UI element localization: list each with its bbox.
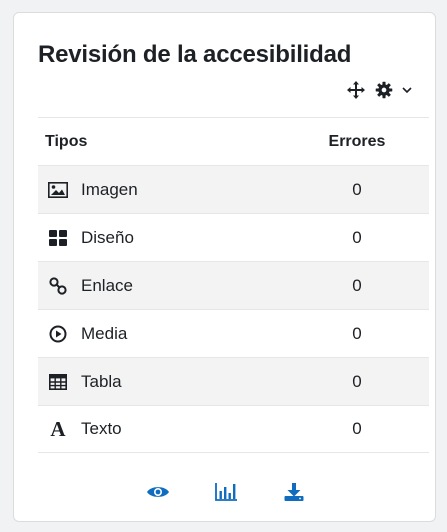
error-count: 0 (352, 419, 362, 438)
table-row-image: Imagen 0 (38, 165, 429, 213)
column-header-types: Tipos (45, 132, 88, 150)
accessibility-table: Tipos Errores Imagen 0 Diseño 0 Enlace 0… (38, 117, 429, 453)
type-label: Enlace (81, 275, 133, 295)
eye-icon[interactable] (146, 481, 170, 503)
type-label: Imagen (81, 179, 138, 199)
accessibility-review-block: Revisión de la accesibilidad Tipos Error… (13, 12, 436, 522)
type-label: Media (81, 323, 128, 343)
error-count: 0 (352, 275, 362, 295)
layout-icon (47, 229, 69, 247)
chevron-down-icon[interactable] (401, 84, 413, 96)
table-icon (47, 373, 69, 391)
table-row-link: Enlace 0 (38, 261, 429, 309)
gear-icon[interactable] (375, 81, 393, 99)
block-controls (345, 79, 413, 101)
link-icon (47, 276, 69, 295)
block-footer-actions (14, 481, 437, 503)
type-label: Tabla (81, 371, 122, 391)
type-label: Texto (81, 419, 122, 438)
move-icon[interactable] (345, 79, 367, 101)
table-row-table: Tabla 0 (38, 357, 429, 405)
block-title: Revisión de la accesibilidad (38, 41, 352, 68)
error-count: 0 (352, 179, 362, 199)
table-row-text: A Texto 0 (38, 405, 429, 453)
image-icon (47, 181, 69, 199)
table-row-layout: Diseño 0 (38, 213, 429, 261)
type-label: Diseño (81, 227, 134, 247)
bar-chart-icon[interactable] (214, 481, 238, 503)
error-count: 0 (352, 371, 362, 391)
download-icon[interactable] (282, 481, 306, 503)
error-count: 0 (352, 323, 362, 343)
table-row-media: Media 0 (38, 309, 429, 357)
text-icon: A (50, 416, 66, 441)
media-icon (47, 325, 69, 343)
error-count: 0 (352, 227, 362, 247)
table-header-row: Tipos Errores (38, 117, 429, 165)
column-header-errors: Errores (328, 132, 386, 150)
